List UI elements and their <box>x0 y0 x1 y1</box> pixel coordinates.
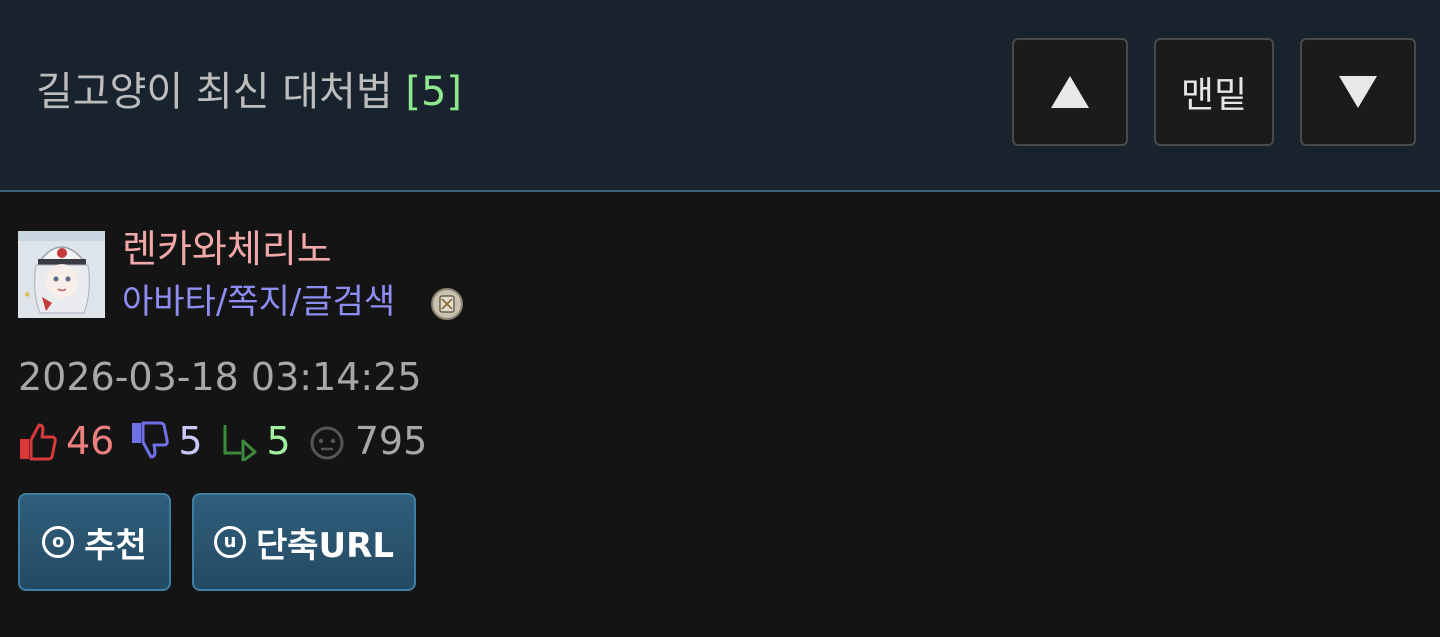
member-badge-icon <box>431 288 463 320</box>
comment-count[interactable]: [5] <box>405 69 462 115</box>
view-count: 795 <box>354 419 428 463</box>
avatar-image <box>18 231 105 318</box>
reply-icon <box>223 425 257 461</box>
arrow-up-icon <box>1051 76 1089 108</box>
post-stats: 46 5 5 795 <box>18 416 443 466</box>
views-face-icon <box>310 426 344 460</box>
short-url-button[interactable]: u 단축URL <box>192 493 416 591</box>
recommend-button[interactable]: o 추천 <box>18 493 171 591</box>
downvote-count: 5 <box>178 419 203 463</box>
scroll-up-button[interactable] <box>1012 38 1128 146</box>
short-url-label: 단축URL <box>255 525 394 566</box>
author-name[interactable]: 렌카와체리노 <box>122 224 332 274</box>
upvote-count: 46 <box>66 419 115 463</box>
scroll-down-button[interactable] <box>1300 38 1416 146</box>
arrow-down-icon <box>1339 76 1377 108</box>
recommend-label: 추천 <box>84 525 147 566</box>
scroll-bottom-button[interactable]: 맨밑 <box>1154 38 1274 146</box>
reply-count: 5 <box>266 419 291 463</box>
post-header: 길고양이 최신 대처법 [5] 맨밑 <box>0 0 1440 192</box>
author-links[interactable]: 아바타/쪽지/글검색 <box>122 277 395 327</box>
avatar[interactable] <box>18 231 105 318</box>
shortcut-o-icon: o <box>42 526 75 558</box>
post-datetime: 2026-03-18 03:14:25 <box>18 355 422 399</box>
thumbs-up-icon <box>20 423 57 461</box>
post-title-text: 길고양이 최신 대처법 <box>36 69 393 115</box>
post-title: 길고양이 최신 대처법 [5] <box>36 62 462 122</box>
shortcut-u-icon: u <box>213 526 246 558</box>
thumbs-down-icon <box>132 421 170 459</box>
